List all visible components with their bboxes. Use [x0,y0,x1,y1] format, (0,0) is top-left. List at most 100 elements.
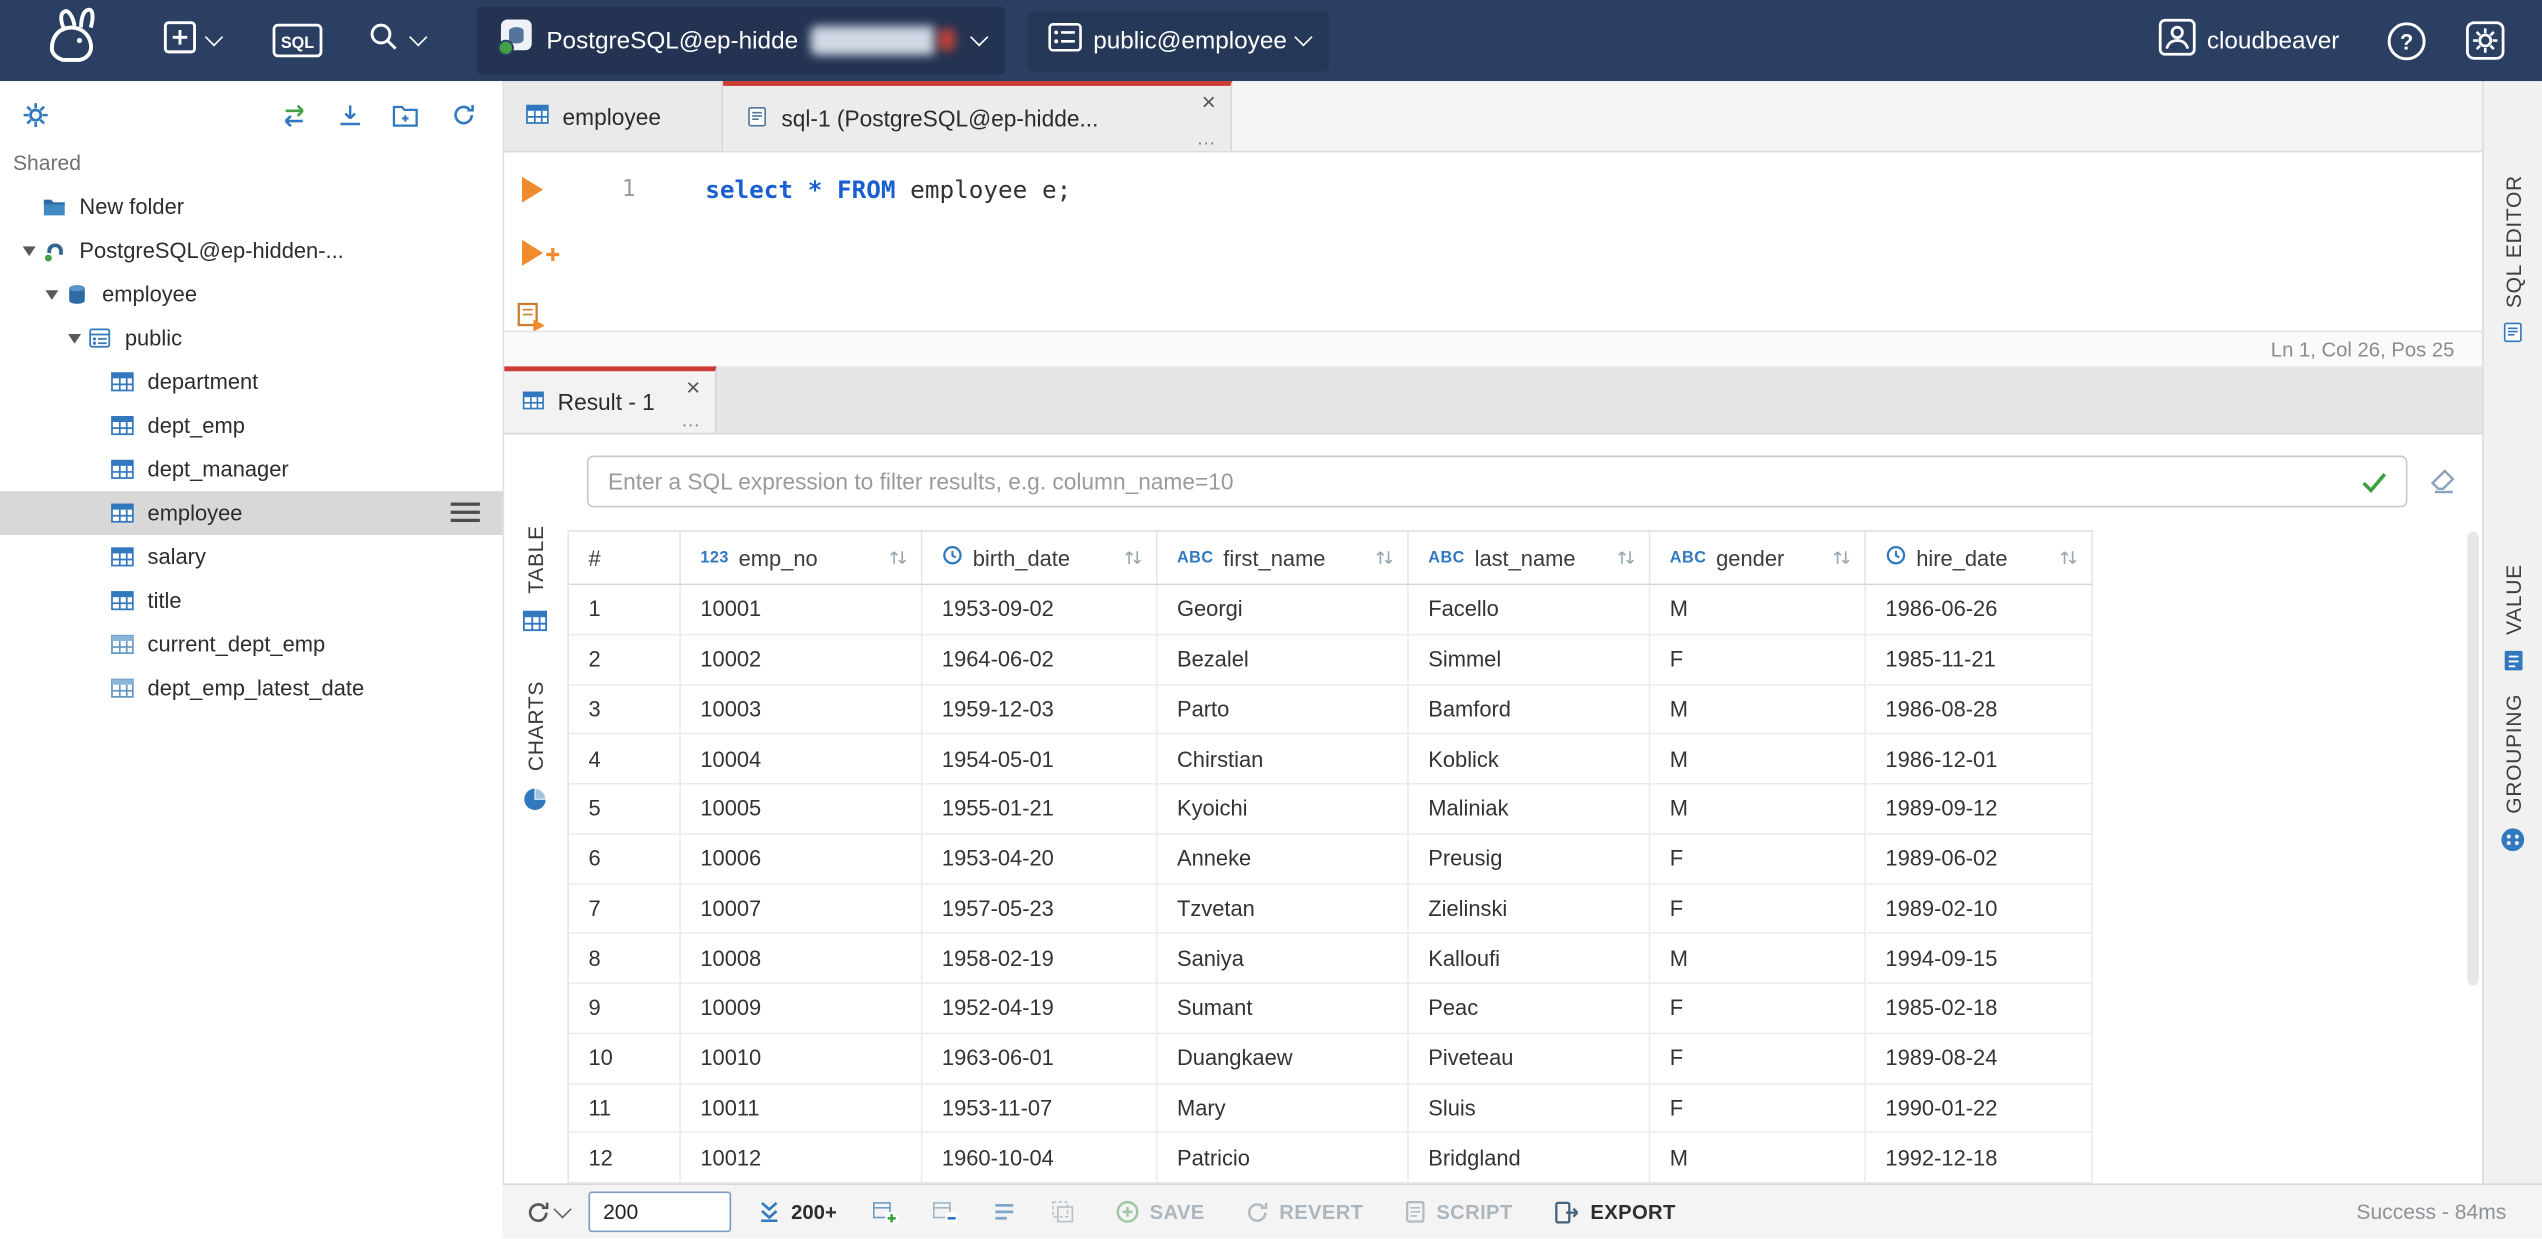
revert-button[interactable]: REVERT [1245,1200,1363,1224]
data-cell[interactable]: Georgi [1158,585,1409,634]
execute-new-tab-icon[interactable] [519,238,563,275]
data-cell[interactable]: Bridgland [1409,1133,1651,1182]
data-cell[interactable]: 1986-12-01 [1866,734,2093,784]
data-cell[interactable]: Kalloufi [1409,934,1651,983]
sort-icon[interactable] [888,548,907,567]
tree-item-dept-emp-latest-date[interactable]: dept_emp_latest_date [0,666,503,710]
column-header-last-name[interactable]: ABC last_name [1409,531,1651,584]
column-header-birth-date[interactable]: birth_date [922,531,1158,584]
tree-item-current-dept-emp[interactable]: current_dept_emp [0,623,503,667]
tree-item-dept-emp[interactable]: dept_emp [0,404,503,448]
data-cell[interactable]: 10011 [681,1083,923,1132]
data-cell[interactable]: Patricio [1158,1133,1409,1182]
data-cell[interactable]: 1953-04-20 [922,834,1158,883]
column-header-gender[interactable]: ABC gender [1650,531,1866,584]
sort-icon[interactable] [1616,548,1635,567]
delete-row-icon[interactable] [932,1199,959,1225]
data-cell[interactable]: Zielinski [1409,884,1651,933]
refresh-result-button[interactable] [525,1199,572,1225]
expand-chevron-icon[interactable] [39,281,65,307]
clear-filter-eraser-icon[interactable] [2429,467,2458,503]
sidebar-settings-gear-icon[interactable] [19,99,51,131]
data-cell[interactable]: Piveteau [1409,1033,1651,1083]
filter-input[interactable] [586,455,2408,508]
data-cell[interactable]: 10001 [681,585,923,634]
data-cell[interactable]: 10009 [681,984,923,1033]
data-cell[interactable]: 1959-12-03 [922,684,1158,734]
save-button[interactable]: SAVE [1116,1200,1205,1224]
data-cell[interactable]: 10012 [681,1133,923,1182]
data-cell[interactable]: 1990-01-22 [1866,1083,2093,1132]
data-cell[interactable]: 1955-01-21 [922,784,1158,833]
data-cell[interactable]: 1964-06-02 [922,635,1158,684]
data-cell[interactable]: M [1650,684,1866,734]
link-editor-icon[interactable] [277,99,309,131]
data-cell[interactable]: 1954-05-01 [922,734,1158,784]
settings-button[interactable] [2464,19,2506,61]
user-menu[interactable]: cloudbeaver [2158,17,2339,64]
tree-item-salary[interactable]: salary [0,535,503,579]
data-cell[interactable]: Duangkaew [1158,1033,1409,1083]
data-cell[interactable]: 1986-06-26 [1866,585,2093,634]
data-cell[interactable]: 1985-02-18 [1866,984,2093,1033]
data-cell[interactable]: F [1650,834,1866,883]
tree-item-employee[interactable]: employee [0,272,503,316]
close-result-icon[interactable]: × [686,376,700,400]
tab-menu-icon[interactable]: … [1196,128,1215,147]
data-cell[interactable]: 1989-02-10 [1866,884,2093,933]
connection-selector[interactable]: PostgreSQL@ep-hidde [476,6,1006,75]
row-limit-input[interactable] [588,1191,732,1233]
add-row-icon[interactable] [872,1199,899,1225]
data-cell[interactable]: 10006 [681,834,923,883]
tab-table-presentation[interactable]: TABLE [503,525,568,642]
data-cell[interactable]: 1963-06-01 [922,1033,1158,1083]
data-cell[interactable]: M [1650,784,1866,833]
data-cell[interactable]: 1953-11-07 [922,1083,1158,1132]
duplicate-row-icon[interactable] [1051,1200,1075,1224]
data-cell[interactable]: Peac [1409,984,1651,1033]
data-cell[interactable]: Kyoichi [1158,784,1409,833]
data-cell[interactable]: F [1650,1033,1866,1083]
data-cell[interactable]: M [1650,734,1866,784]
data-cell[interactable]: Mary [1158,1083,1409,1132]
data-cell[interactable]: Tzvetan [1158,884,1409,933]
refresh-tree-icon[interactable] [447,99,479,131]
tree-item-new-folder[interactable]: New folder [0,185,503,229]
fetch-more-button[interactable]: 200+ [757,1200,837,1224]
edit-value-icon[interactable] [992,1201,1016,1222]
grid-scrollbar[interactable] [2467,531,2479,986]
data-cell[interactable]: Parto [1158,684,1409,734]
editor-tab-sql-1[interactable]: sql-1 (PostgreSQL@ep-hidde... ×… [723,81,1233,151]
close-tab-icon[interactable]: × [1202,91,1216,115]
data-cell[interactable]: Anneke [1158,834,1409,883]
execute-query-icon[interactable] [519,175,545,212]
data-cell[interactable]: Simmel [1409,635,1651,684]
data-cell[interactable]: F [1650,984,1866,1033]
schema-selector[interactable]: public@employee [1028,10,1330,71]
data-cell[interactable]: 1953-09-02 [922,585,1158,634]
data-cell[interactable]: Saniya [1158,934,1409,983]
data-cell[interactable]: 10008 [681,934,923,983]
data-cell[interactable]: 10005 [681,784,923,833]
data-cell[interactable]: 1958-02-19 [922,934,1158,983]
data-cell[interactable]: M [1650,1133,1866,1182]
data-cell[interactable]: F [1650,635,1866,684]
data-cell[interactable]: 10010 [681,1033,923,1083]
sql-editor-button[interactable]: SQL [272,22,324,59]
expand-chevron-icon[interactable] [16,238,42,264]
data-cell[interactable]: F [1650,884,1866,933]
drag-handle-icon[interactable] [450,502,480,523]
data-cell[interactable]: Maliniak [1409,784,1651,833]
connection-search-button[interactable] [366,19,428,63]
tree-item-title[interactable]: title [0,579,503,623]
export-button[interactable]: EXPORT [1553,1199,1676,1225]
tab-value-panel[interactable]: VALUE [2484,564,2542,680]
editor-tab-employee[interactable]: employee [502,81,724,151]
tree-item-public[interactable]: public [0,316,503,360]
data-cell[interactable]: 10002 [681,635,923,684]
data-cell[interactable]: 10003 [681,684,923,734]
help-button[interactable]: ? [2385,19,2429,63]
expand-chevron-icon[interactable] [62,325,88,351]
apply-filter-icon[interactable] [2360,470,2388,501]
data-cell[interactable]: 10007 [681,884,923,933]
